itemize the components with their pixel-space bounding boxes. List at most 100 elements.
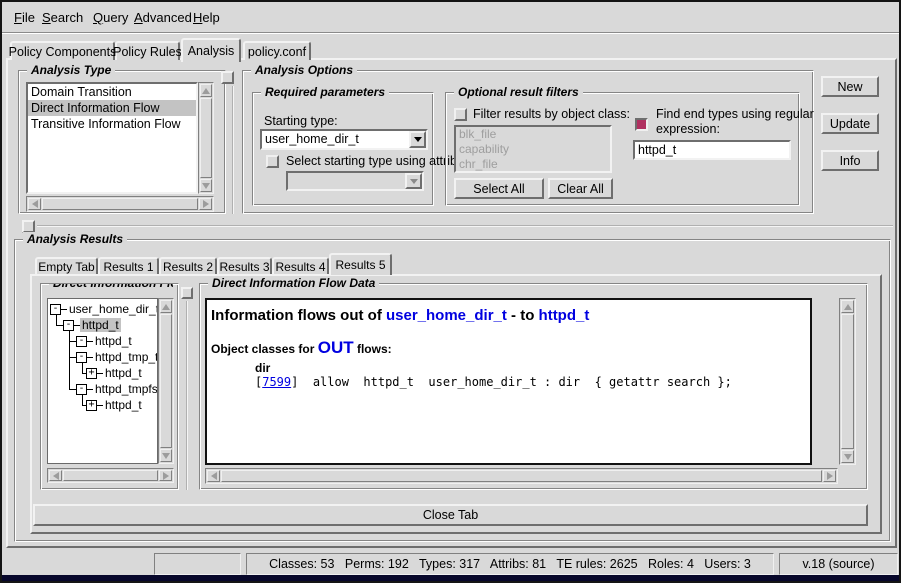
object-class-item: blk_file	[456, 127, 610, 142]
update-button[interactable]: Update	[821, 113, 879, 134]
attrib-checkbox[interactable]	[266, 155, 279, 168]
results-sash-line[interactable]	[37, 225, 893, 227]
tree-expand-icon[interactable]: +	[86, 400, 97, 411]
menubar: File Search Query Advanced Help	[2, 2, 899, 33]
apol-window: File Search Query Advanced Help Policy C…	[0, 0, 901, 583]
menu-query[interactable]: Query	[93, 10, 128, 25]
scroll-up-icon[interactable]	[200, 84, 212, 97]
analysis-type-hscrollbar[interactable]	[26, 196, 214, 212]
list-item[interactable]: Domain Transition	[28, 84, 196, 100]
scroll-down-icon[interactable]	[841, 450, 854, 463]
tab-results-4[interactable]: Results 4	[272, 257, 329, 274]
filter-by-class-label[interactable]: Filter results by object class:	[473, 107, 630, 121]
tree-node[interactable]: +httpd_t	[48, 365, 157, 381]
tab-results-5[interactable]: Results 5	[329, 253, 392, 275]
tab-policy-components[interactable]: Policy Components	[10, 41, 115, 60]
object-class-item: capability	[456, 142, 610, 157]
scroll-up-icon[interactable]	[160, 300, 172, 313]
pane-sash-line[interactable]	[232, 86, 234, 214]
scroll-left-icon[interactable]	[49, 470, 62, 481]
tree-vscrollbar[interactable]	[158, 298, 174, 464]
regex-checkbox-label-line2[interactable]: expression:	[656, 122, 720, 136]
tree-hscrollbar[interactable]	[47, 468, 174, 483]
data-vscrollbar[interactable]	[839, 298, 856, 465]
allow-rule-line: [7599] allow httpd_t user_home_dir_t : d…	[255, 375, 810, 389]
scroll-right-icon[interactable]	[199, 198, 212, 210]
required-parameters-title: Required parameters	[261, 85, 389, 99]
tree-collapse-icon[interactable]: -	[76, 336, 87, 347]
target-type: httpd_t	[539, 307, 590, 324]
tab-results-1[interactable]: Results 1	[98, 257, 159, 274]
object-class-listbox: blk_file capability chr_file	[454, 125, 612, 173]
pane-sash-handle[interactable]	[221, 71, 234, 84]
scroll-down-icon[interactable]	[200, 179, 212, 192]
rule-number-link[interactable]: 7599	[262, 375, 291, 389]
starting-type-combobox[interactable]: user_home_dir_t	[260, 129, 428, 150]
scroll-left-icon[interactable]	[207, 470, 220, 482]
filter-by-class-checkbox[interactable]	[454, 108, 467, 121]
regex-checkbox-label-line1[interactable]: Find end types using regular	[656, 107, 814, 121]
tab-results-2[interactable]: Results 2	[159, 257, 217, 274]
scroll-right-icon[interactable]	[823, 470, 836, 482]
optional-filters-title: Optional result filters	[454, 85, 583, 99]
tree-node[interactable]: -user_home_dir_t	[48, 301, 157, 317]
object-class-item: chr_file	[456, 157, 610, 172]
tab-analysis[interactable]: Analysis	[181, 38, 241, 62]
new-button[interactable]: New	[821, 76, 879, 97]
menu-file[interactable]: File	[14, 10, 35, 25]
starting-type-value: user_home_dir_t	[265, 132, 359, 146]
status-stats: Classes: 53 Perms: 192 Types: 317 Attrib…	[246, 553, 774, 575]
tree-collapse-icon[interactable]: -	[76, 384, 87, 395]
scroll-up-icon[interactable]	[841, 300, 854, 313]
menu-help[interactable]: Help	[193, 10, 220, 25]
flow-tree[interactable]: -user_home_dir_t -httpd_t -httpd_t -http…	[47, 298, 158, 464]
tree-collapse-icon[interactable]: -	[76, 352, 87, 363]
scrollbar-thumb[interactable]	[841, 314, 854, 449]
tree-node[interactable]: -httpd_tmp_t	[48, 349, 157, 365]
tree-data-sash-handle[interactable]	[181, 287, 193, 299]
tree-data-sash-line[interactable]	[186, 301, 188, 490]
attrib-checkbox-label[interactable]: Select starting type using attrib:	[286, 154, 460, 168]
flow-data-text[interactable]: Information flows out of user_home_dir_t…	[205, 298, 812, 465]
status-version: v.18 (source)	[779, 553, 898, 575]
select-all-button[interactable]: Select All	[454, 178, 544, 199]
scrollbar-thumb[interactable]	[42, 198, 198, 210]
scrollbar-thumb[interactable]	[200, 98, 212, 178]
tab-policy-conf[interactable]: policy.conf	[243, 41, 311, 60]
info-button[interactable]: Info	[821, 150, 879, 171]
tree-node[interactable]: -httpd_t	[48, 317, 157, 333]
menu-search[interactable]: Search	[42, 10, 83, 25]
tree-collapse-icon[interactable]: -	[63, 320, 74, 331]
tab-policy-rules[interactable]: Policy Rules	[115, 41, 180, 60]
regex-input[interactable]	[633, 140, 791, 160]
menu-advanced[interactable]: Advanced	[134, 10, 192, 25]
object-classes-line: Object classes for OUT flows:	[211, 338, 810, 358]
clear-all-button[interactable]: Clear All	[548, 178, 613, 199]
tree-node[interactable]: -httpd_t	[48, 333, 157, 349]
list-item[interactable]: Transitive Information Flow	[28, 116, 196, 132]
scrollbar-thumb[interactable]	[160, 314, 172, 448]
scrollbar-thumb[interactable]	[63, 470, 158, 481]
scroll-left-icon[interactable]	[28, 198, 41, 210]
analysis-type-vscrollbar[interactable]	[198, 82, 214, 194]
analysis-options-title: Analysis Options	[251, 63, 357, 77]
analysis-type-listbox[interactable]: Domain Transition Direct Information Flo…	[26, 82, 198, 194]
data-hscrollbar[interactable]	[205, 468, 838, 484]
tab-empty-tab[interactable]: Empty Tab	[35, 257, 98, 274]
close-tab-button[interactable]: Close Tab	[33, 504, 868, 526]
flow-tree-title: Direct Information Flow T	[49, 283, 173, 290]
tree-expand-icon[interactable]: +	[86, 368, 97, 379]
flow-data-title: Direct Information Flow Data	[208, 276, 379, 290]
scroll-down-icon[interactable]	[160, 449, 172, 462]
starting-type-label: Starting type:	[264, 114, 338, 128]
dropdown-arrow-icon[interactable]	[409, 131, 426, 148]
tree-node[interactable]: +httpd_t	[48, 397, 157, 413]
list-item-selected[interactable]: Direct Information Flow	[28, 100, 196, 116]
scrollbar-thumb[interactable]	[221, 470, 822, 482]
regex-checkbox[interactable]	[635, 118, 648, 131]
tree-node[interactable]: -httpd_tmpfs_t	[48, 381, 157, 397]
scroll-right-icon[interactable]	[159, 470, 172, 481]
flow-direction: OUT	[318, 338, 354, 357]
tab-results-3[interactable]: Results 3	[217, 257, 272, 274]
tree-collapse-icon[interactable]: -	[50, 304, 61, 315]
